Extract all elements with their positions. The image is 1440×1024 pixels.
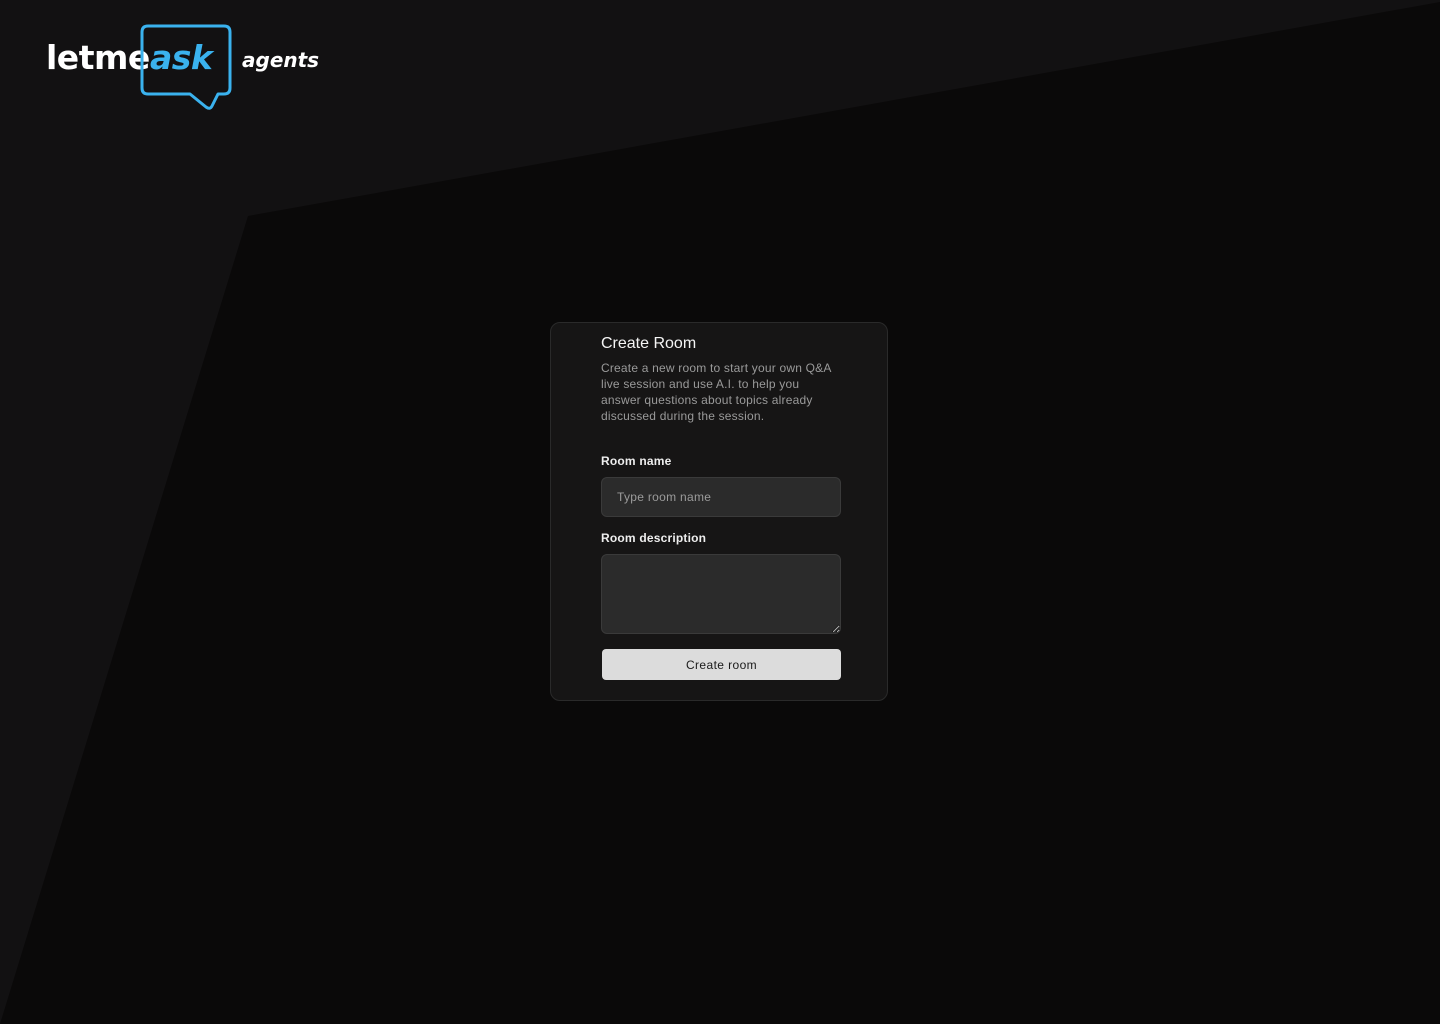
app-logo[interactable]: letme ask agents <box>46 24 346 114</box>
page: letme ask agents Create Room Create a ne… <box>0 0 1440 1024</box>
logo-text-letme: letme <box>46 38 150 77</box>
card-description: Create a new room to start your own Q&A … <box>601 361 831 423</box>
create-room-button[interactable]: Create room <box>602 649 841 680</box>
room-description-textarea[interactable] <box>601 554 841 634</box>
create-room-form: Create Room Create a new room to start y… <box>601 334 841 680</box>
create-room-card: Create Room Create a new room to start y… <box>550 322 888 701</box>
card-title: Create Room <box>601 335 697 352</box>
logo-text-agents: agents <box>242 48 320 72</box>
room-description-label: Room description <box>601 531 707 545</box>
room-name-label: Room name <box>601 454 672 468</box>
room-name-input[interactable] <box>601 477 841 517</box>
logo-text-ask: ask <box>150 38 213 77</box>
